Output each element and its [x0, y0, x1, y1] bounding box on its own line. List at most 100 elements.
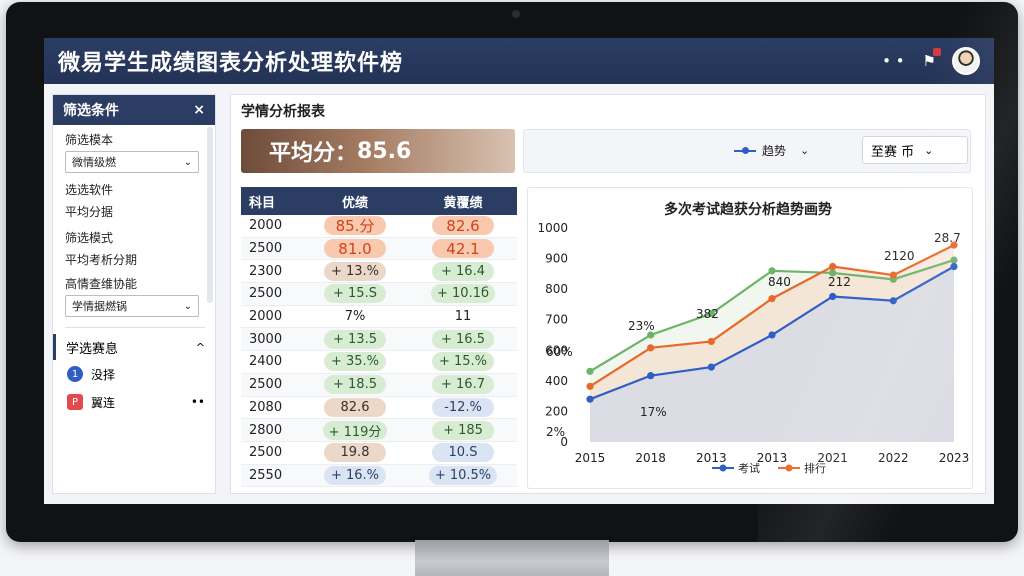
table-row[interactable]: 2550 + 16.% + 10.5%: [241, 464, 517, 488]
table-row[interactable]: 3000 + 13.5 + 16.5: [241, 328, 517, 352]
score-pill: + 15.S: [324, 284, 386, 304]
score-pill: + 16.%: [324, 465, 386, 485]
filter-label: 筛选模本: [65, 133, 114, 147]
score-pill: + 10.5%: [428, 465, 498, 485]
x-tick-label: 2023: [939, 451, 970, 465]
notification-icon[interactable]: ⚑: [923, 48, 941, 70]
table-cell: 2500: [249, 286, 283, 302]
table-cell: 2000: [249, 218, 283, 234]
table-row[interactable]: 2500 + 18.5 + 16.7: [241, 373, 517, 397]
chevron-down-icon: ⌄: [924, 143, 934, 157]
table-row[interactable]: 2000 7% 11: [241, 306, 517, 329]
app-screen: 微易学生成绩图表分析处理软件榜 • • ⚑ 筛选条件 × 筛选模本 微情级燃 ⌄…: [44, 38, 994, 504]
sidebar-scrollbar[interactable]: [207, 127, 213, 303]
average-label: 平均分：: [269, 141, 358, 166]
close-icon[interactable]: ×: [193, 102, 205, 118]
y-tick-label: 200: [545, 404, 568, 418]
monitor-frame: 微易学生成绩图表分析处理软件榜 • • ⚑ 筛选条件 × 筛选模本 微情级燃 ⌄…: [6, 2, 1018, 542]
data-point: [707, 363, 715, 371]
x-tick-label: 2015: [575, 451, 606, 465]
table-cell: + 185: [409, 420, 517, 440]
table-cell: + 16.4: [409, 261, 517, 281]
legend-label: 排行: [804, 461, 826, 475]
score-pill: + 10.1б: [431, 284, 495, 304]
table-cell: 2550: [249, 467, 283, 483]
table-cell: + 10.5%: [409, 465, 517, 485]
table-cell: 82.6: [301, 397, 409, 417]
chevron-up-icon: ^: [195, 340, 205, 354]
more-icon[interactable]: ••: [191, 395, 205, 409]
table-row[interactable]: 2300 + 13.% + 16.4: [241, 260, 517, 284]
flag-icon: P: [67, 394, 83, 410]
table-row[interactable]: 2080 82.6 -12.%: [241, 397, 517, 420]
table-cell: + 119分: [301, 420, 409, 440]
chevron-down-icon: ⌄: [183, 300, 192, 312]
score-pill: + 119分: [322, 420, 388, 440]
score-table: 科目 优绩 黄覆绩 2000 85.分 82.6 2500 81.0 42.1 2300 + …: [241, 187, 517, 488]
table-cell: 19.8: [301, 443, 409, 463]
title-bar: 微易学生成绩图表分析处理软件榜 • • ⚑: [44, 38, 994, 84]
data-point: [950, 256, 958, 264]
table-row[interactable]: 2800 + 119分 + 185: [241, 419, 517, 442]
data-label: 212: [828, 275, 851, 289]
score-pill: 10.S: [432, 443, 494, 463]
filter-select-2[interactable]: 学情据燃锅 ⌄: [65, 295, 199, 317]
legend-label: 考试: [738, 462, 760, 475]
score-pill: + 13.%: [324, 261, 386, 281]
table-row[interactable]: 2000 85.分 82.6: [241, 215, 517, 238]
data-point: [889, 297, 897, 305]
data-point: [586, 382, 594, 390]
score-pill: + 185: [432, 420, 494, 440]
period-select[interactable]: 至赛 币 ⌄: [862, 136, 968, 164]
user-avatar[interactable]: [952, 47, 980, 75]
table-row[interactable]: 2500 19.8 10.S: [241, 442, 517, 465]
line-chart-svg: 多次考试趋获分析趋势画势100090080070060040020002015 2…: [537, 201, 970, 475]
table-row[interactable]: 2500 81.0 42.1: [241, 237, 517, 261]
sidebar-item[interactable]: P 翼连 ••: [53, 388, 215, 416]
table-row[interactable]: 2400 + 35.% + 15.%: [241, 351, 517, 374]
table-cell: + 15.%: [409, 352, 517, 372]
table-cell: + 13.%: [301, 261, 409, 281]
score-pill: 85.分: [324, 216, 386, 236]
legend-marker: [719, 464, 727, 472]
table-cell: + 35.%: [301, 352, 409, 372]
trend-chart: 多次考试趋获分析趋势画势 1000 900 800 700 600 400 200 0 2015 2…: [527, 187, 973, 489]
filter-label: 平均考析分期: [65, 253, 138, 267]
score-pill: 81.0: [324, 239, 386, 259]
score-pill: 7%: [344, 309, 366, 325]
line-legend-icon: [734, 146, 756, 154]
table-cell: + 10.1б: [409, 284, 517, 304]
legend-marker: [785, 464, 793, 472]
info-icon: 1: [67, 366, 83, 382]
table-row[interactable]: 2500 + 15.S + 10.1б: [241, 283, 517, 306]
filter-label: 高情查维协能: [65, 277, 138, 291]
x-tick-label: 2013: [757, 451, 788, 465]
data-point: [647, 344, 655, 352]
y-tick-label: 400: [545, 374, 568, 388]
filter-select-1[interactable]: 微情级燃 ⌄: [65, 151, 199, 173]
select-value: 学情据燃锅: [72, 300, 127, 313]
score-pill: + 16.7: [432, 375, 494, 395]
table-header: 科目 优绩 黄覆绩: [241, 187, 517, 215]
trend-dropdown[interactable]: 趋势 ⌄: [734, 142, 809, 159]
average-score-card: 平均分： 85.6: [241, 129, 515, 173]
data-point: [889, 271, 897, 279]
filter-label: 筛选模式: [65, 231, 114, 245]
data-label: 2%: [546, 425, 565, 439]
data-label: 2120: [884, 249, 915, 263]
app-title: 微易学生成绩图表分析处理软件榜: [58, 51, 404, 76]
y-tick-label: 1000: [537, 221, 568, 235]
more-icon[interactable]: • •: [882, 52, 904, 70]
table-cell: 2500: [249, 445, 283, 461]
sidebar-title: 筛选条件: [63, 103, 119, 119]
data-point: [829, 262, 837, 271]
x-tick-label: 2022: [878, 451, 909, 465]
section-title: 学选赛息: [66, 341, 119, 357]
sidebar-section-header[interactable]: 学选赛息 ^: [53, 334, 215, 360]
sidebar-item[interactable]: 1 没择: [53, 360, 215, 388]
table-cell: 2800: [249, 422, 283, 438]
y-tick-label: 700: [545, 313, 568, 327]
table-cell: 2000: [249, 309, 283, 325]
table-cell: 82.6: [409, 216, 517, 236]
table-cell: -12.%: [409, 397, 517, 417]
